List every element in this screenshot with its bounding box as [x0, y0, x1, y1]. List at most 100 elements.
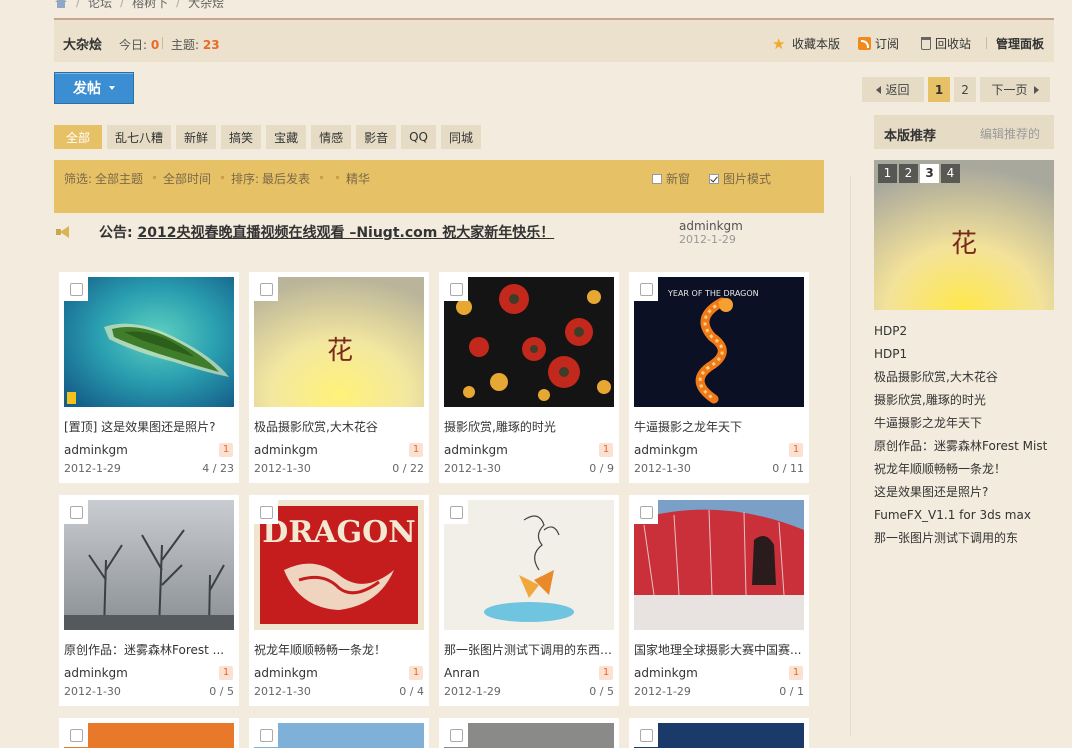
- breadcrumb-item[interactable]: 大杂烩: [188, 0, 224, 11]
- recycle-bin-button[interactable]: 回收站: [921, 35, 971, 52]
- filter-all-time[interactable]: 全部时间: [163, 170, 211, 187]
- recommended-item[interactable]: 这是效果图还是照片?: [874, 484, 1047, 507]
- tab-qq[interactable]: QQ: [401, 125, 436, 149]
- favorite-button[interactable]: ★ 收藏本版: [772, 35, 840, 52]
- select-checkbox[interactable]: [64, 723, 88, 747]
- thread-thumbnail[interactable]: [634, 500, 804, 630]
- select-checkbox[interactable]: [634, 277, 658, 301]
- select-checkbox[interactable]: [254, 723, 278, 747]
- slide-2-button[interactable]: 2: [899, 164, 918, 183]
- recommended-item[interactable]: HDP2: [874, 323, 1047, 346]
- page-1-link[interactable]: 1: [928, 77, 950, 102]
- slide-3-button[interactable]: 3: [920, 164, 939, 183]
- filter-digest[interactable]: 精华: [346, 170, 370, 187]
- next-page-button[interactable]: 下一页: [980, 77, 1050, 102]
- thread-card[interactable]: 那一张图片测试下调用的东西.... Anran 1 2012-1-29 0 / …: [439, 495, 619, 706]
- thread-card[interactable]: DRAGON 祝龙年顺顺畅畅一条龙！ adminkgm 1 2012-1-30 …: [249, 495, 429, 706]
- filter-all-topics[interactable]: 全部主题: [95, 170, 143, 187]
- thread-author[interactable]: adminkgm: [254, 443, 318, 457]
- thread-card[interactable]: 摄影欣赏,雕琢的时光 adminkgm 1 2012-1-30 0 / 9: [439, 272, 619, 483]
- select-checkbox[interactable]: [444, 723, 468, 747]
- admin-panel-button[interactable]: 管理面板: [996, 35, 1044, 52]
- thread-author[interactable]: adminkgm: [64, 666, 128, 680]
- thread-card[interactable]: 原创作品：迷雾森林Forest ... adminkgm 1 2012-1-30…: [59, 495, 239, 706]
- recommended-item[interactable]: 祝龙年顺顺畅畅一条龙！: [874, 461, 1047, 484]
- tab-all[interactable]: 全部: [54, 125, 103, 149]
- thread-thumbnail[interactable]: [444, 723, 614, 748]
- checkbox[interactable]: [652, 174, 662, 184]
- thread-card[interactable]: [439, 718, 619, 748]
- tab-local[interactable]: 同城: [441, 125, 482, 149]
- thread-author[interactable]: adminkgm: [634, 666, 698, 680]
- recommended-item[interactable]: 牛逼摄影之龙年天下: [874, 415, 1047, 438]
- thread-title[interactable]: 极品摄影欣赏,大木花谷: [254, 418, 424, 435]
- select-checkbox[interactable]: [444, 277, 468, 301]
- edit-recommended-link[interactable]: 编辑推荐的: [980, 125, 1040, 142]
- home-icon[interactable]: [54, 0, 68, 8]
- thread-thumbnail[interactable]: [64, 500, 234, 630]
- back-button[interactable]: 返回: [862, 77, 924, 102]
- thread-thumbnail[interactable]: YEAR OF THE DRAGON: [634, 277, 804, 407]
- thread-thumbnail[interactable]: [444, 500, 614, 630]
- select-checkbox[interactable]: [254, 500, 278, 524]
- thread-thumbnail[interactable]: [254, 723, 424, 748]
- select-checkbox[interactable]: [64, 277, 88, 301]
- announcement-link[interactable]: 2012央视春晚直播视频在线观看 –Niugt.com 祝大家新年快乐！: [137, 225, 554, 241]
- select-checkbox[interactable]: [254, 277, 278, 301]
- thread-thumbnail[interactable]: [634, 723, 804, 748]
- new-post-button[interactable]: 发帖: [54, 72, 134, 104]
- new-window-toggle[interactable]: 新窗: [652, 170, 690, 187]
- breadcrumb-item[interactable]: 论坛: [88, 0, 112, 11]
- select-checkbox[interactable]: [634, 500, 658, 524]
- recommended-item[interactable]: 摄影欣赏,雕琢的时光: [874, 392, 1047, 415]
- slide-1-button[interactable]: 1: [878, 164, 897, 183]
- thread-title[interactable]: 祝龙年顺顺畅畅一条龙！: [254, 641, 424, 658]
- thread-thumbnail[interactable]: [64, 277, 234, 407]
- featured-slideshow[interactable]: 花 1 2 3 4: [874, 160, 1054, 310]
- image-mode-toggle[interactable]: 图片模式: [709, 170, 771, 187]
- breadcrumb-item[interactable]: 榕树下: [132, 0, 168, 11]
- select-checkbox[interactable]: [64, 500, 88, 524]
- thread-title[interactable]: 原创作品：迷雾森林Forest ...: [64, 641, 234, 658]
- checkbox-checked[interactable]: [709, 174, 719, 184]
- thread-thumbnail[interactable]: 花: [254, 277, 424, 407]
- thread-author[interactable]: adminkgm: [634, 443, 698, 457]
- recommended-item[interactable]: 那一张图片测试下调用的东: [874, 530, 1047, 553]
- page-2-link[interactable]: 2: [954, 77, 976, 102]
- tab-treasure[interactable]: 宝藏: [266, 125, 307, 149]
- thread-title[interactable]: 牛逼摄影之龙年天下: [634, 418, 804, 435]
- thread-thumbnail[interactable]: DRAGON: [254, 500, 424, 630]
- thread-card[interactable]: 花 极品摄影欣赏,大木花谷 adminkgm 1 2012-1-30 0 / 2…: [249, 272, 429, 483]
- tab-emotion[interactable]: 情感: [311, 125, 352, 149]
- thread-title[interactable]: 国家地理全球摄影大赛中国赛...: [634, 641, 804, 658]
- tab-fresh[interactable]: 新鲜: [176, 125, 217, 149]
- thread-card[interactable]: 国家地理全球摄影大赛中国赛... adminkgm 1 2012-1-29 0 …: [629, 495, 809, 706]
- thread-title[interactable]: 摄影欣赏,雕琢的时光: [444, 418, 614, 435]
- select-checkbox[interactable]: [444, 500, 468, 524]
- thread-author[interactable]: adminkgm: [444, 443, 508, 457]
- subscribe-button[interactable]: 订阅: [858, 35, 899, 52]
- thread-card[interactable]: [249, 718, 429, 748]
- thread-title[interactable]: [置顶] 这是效果图还是照片?: [64, 418, 234, 435]
- thread-title[interactable]: 那一张图片测试下调用的东西....: [444, 641, 614, 658]
- recommended-item[interactable]: FumeFX_V1.1 for 3ds max: [874, 507, 1047, 530]
- recommended-item[interactable]: HDP1: [874, 346, 1047, 369]
- tab-funny[interactable]: 搞笑: [221, 125, 262, 149]
- recommended-item[interactable]: 极品摄影欣赏,大木花谷: [874, 369, 1047, 392]
- tab-media[interactable]: 影音: [356, 125, 397, 149]
- thread-card[interactable]: [置顶] 这是效果图还是照片? adminkgm 1 2012-1-29 4 /…: [59, 272, 239, 483]
- thread-author[interactable]: adminkgm: [254, 666, 318, 680]
- thread-thumbnail[interactable]: [64, 723, 234, 748]
- sort-last-post[interactable]: 最后发表: [262, 170, 310, 187]
- select-checkbox[interactable]: [634, 723, 658, 747]
- thread-author[interactable]: adminkgm: [64, 443, 128, 457]
- recommended-item[interactable]: 原创作品：迷雾森林Forest Mist: [874, 438, 1047, 461]
- thread-author[interactable]: Anran: [444, 666, 480, 680]
- tab-misc[interactable]: 乱七八糟: [107, 125, 172, 149]
- slide-4-button[interactable]: 4: [941, 164, 960, 183]
- thread-card[interactable]: YEAR OF THE DRAGON 牛逼摄影之龙年天下 adminkgm 1 …: [629, 272, 809, 483]
- thread-thumbnail[interactable]: [444, 277, 614, 407]
- thread-card[interactable]: [59, 718, 239, 748]
- thread-card[interactable]: [629, 718, 809, 748]
- announcement-author[interactable]: adminkgm: [679, 219, 743, 233]
